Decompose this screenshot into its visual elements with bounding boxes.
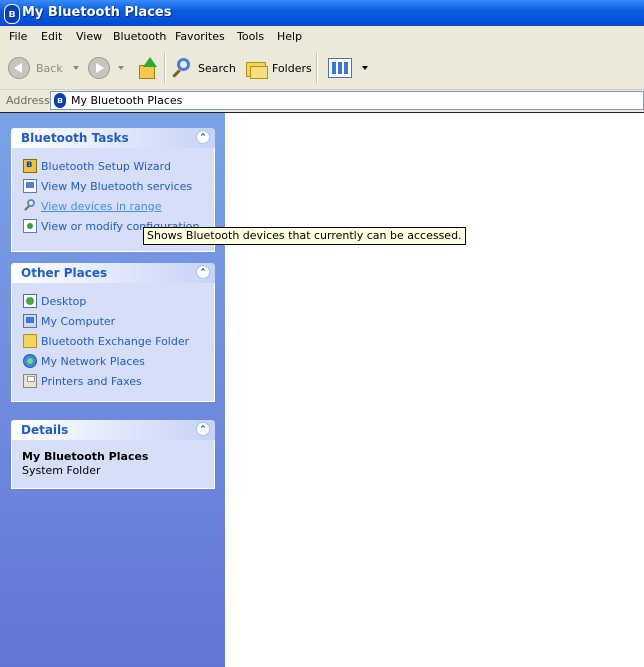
task-bluetooth-setup-wizard[interactable]: Bluetooth Setup Wizard — [23, 158, 171, 174]
panel-title: Bluetooth Tasks — [21, 131, 129, 145]
back-dropdown-icon[interactable] — [72, 66, 79, 70]
menu-edit[interactable]: Edit — [41, 30, 62, 43]
panel-title: Details — [21, 423, 69, 437]
place-my-computer[interactable]: My Computer — [23, 313, 115, 329]
collapse-icon[interactable]: ⌃ — [196, 265, 210, 279]
configuration-icon — [23, 219, 37, 233]
forward-dropdown-icon[interactable] — [118, 66, 124, 70]
place-label: Printers and Faxes — [41, 374, 142, 388]
place-printers-and-faxes[interactable]: Printers and Faxes — [23, 373, 142, 389]
network-icon — [23, 354, 37, 368]
details-header[interactable]: Details ⌃ — [11, 420, 215, 440]
collapse-icon[interactable]: ⌃ — [196, 422, 210, 436]
magnifier-icon — [23, 199, 37, 213]
bluetooth-icon: ʙ — [54, 93, 66, 108]
address-value: My Bluetooth Places — [71, 94, 183, 107]
menu-tools[interactable]: Tools — [237, 30, 264, 43]
address-bar: Address ʙ My Bluetooth Places — [0, 90, 644, 113]
details-name: My Bluetooth Places — [22, 450, 149, 463]
other-places-header[interactable]: Other Places ⌃ — [11, 263, 215, 283]
details-panel: Details ⌃ My Bluetooth Places System Fol… — [11, 420, 215, 489]
title-bar[interactable]: ʙ My Bluetooth Places — [0, 0, 644, 26]
place-bluetooth-exchange-folder[interactable]: Bluetooth Exchange Folder — [23, 333, 189, 349]
views-icon — [328, 58, 352, 78]
menu-help[interactable]: Help — [277, 30, 302, 43]
views-dropdown-icon[interactable] — [362, 66, 368, 70]
task-pane: Bluetooth Tasks ⌃ Bluetooth Setup Wizard… — [0, 113, 225, 667]
bluetooth-wizard-icon — [23, 159, 37, 173]
place-label: My Computer — [41, 314, 116, 328]
views-button[interactable] — [328, 55, 368, 81]
collapse-icon[interactable]: ⌃ — [196, 130, 210, 144]
panel-title: Other Places — [21, 266, 108, 280]
place-label: My Network Places — [41, 354, 145, 368]
other-places-panel: Other Places ⌃ Desktop My Computer Bluet… — [11, 263, 215, 402]
computer-icon — [23, 314, 37, 328]
folders-label: Folders — [272, 61, 312, 75]
printer-icon — [23, 374, 37, 388]
menu-bluetooth[interactable]: Bluetooth — [113, 30, 166, 43]
address-label: Address — [6, 94, 50, 107]
other-places-body: Desktop My Computer Bluetooth Exchange F… — [11, 283, 215, 402]
search-icon — [170, 56, 194, 80]
back-arrow-icon — [8, 57, 30, 79]
address-field[interactable]: ʙ My Bluetooth Places — [50, 91, 644, 110]
task-view-bluetooth-services[interactable]: View My Bluetooth services — [23, 178, 192, 194]
folders-button[interactable]: Folders — [244, 55, 312, 81]
menu-file[interactable]: File — [9, 30, 27, 43]
place-my-network-places[interactable]: My Network Places — [23, 353, 145, 369]
place-label: Desktop — [41, 294, 87, 308]
up-folder-icon — [136, 57, 158, 79]
window-title: My Bluetooth Places — [22, 5, 172, 20]
services-icon — [23, 179, 37, 193]
back-label: Back — [36, 61, 63, 75]
place-desktop[interactable]: Desktop — [23, 293, 86, 309]
up-folder-button[interactable] — [136, 55, 158, 81]
bluetooth-icon: ʙ — [4, 4, 20, 24]
folder-icon — [23, 334, 37, 348]
details-body: My Bluetooth Places System Folder — [11, 440, 215, 489]
task-label: View devices in range — [41, 199, 162, 213]
tooltip: Shows Bluetooth devices that currently c… — [143, 227, 466, 245]
task-label: View My Bluetooth services — [41, 179, 193, 193]
menu-view[interactable]: View — [76, 30, 102, 43]
search-button[interactable]: Search — [170, 55, 236, 81]
toolbar: Back Search Folders — [0, 47, 644, 90]
desktop-icon — [23, 294, 37, 308]
bluetooth-tasks-header[interactable]: Bluetooth Tasks ⌃ — [11, 128, 215, 148]
folders-icon — [244, 57, 268, 79]
back-button[interactable]: Back — [8, 55, 79, 81]
forward-arrow-icon — [88, 57, 110, 79]
place-label: Bluetooth Exchange Folder — [41, 334, 190, 348]
task-view-devices-in-range[interactable]: View devices in range — [23, 198, 161, 214]
details-type: System Folder — [22, 464, 101, 477]
task-label: Bluetooth Setup Wizard — [41, 159, 171, 173]
search-label: Search — [198, 61, 236, 75]
folder-content-area[interactable] — [225, 113, 644, 667]
toolbar-separator — [164, 53, 166, 83]
toolbar-separator — [316, 53, 318, 83]
menu-favorites[interactable]: Favorites — [175, 30, 225, 43]
menu-bar: File Edit View Bluetooth Favorites Tools… — [0, 26, 644, 48]
forward-button[interactable] — [88, 55, 124, 81]
